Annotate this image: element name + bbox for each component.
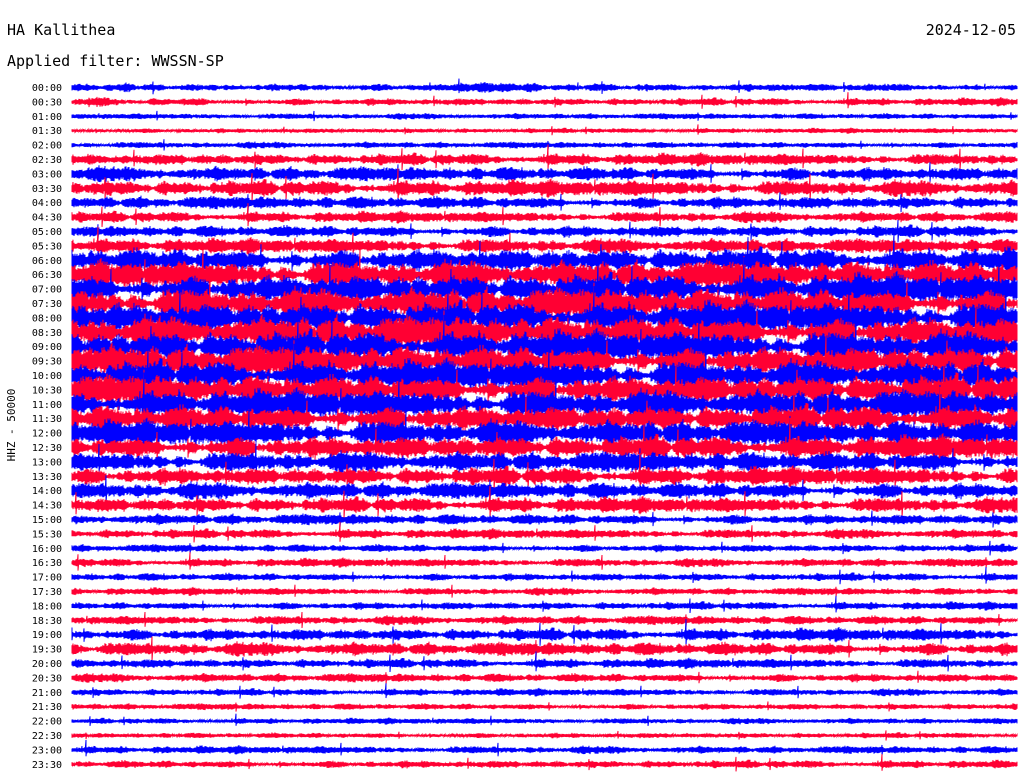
- time-label-group: 00:00 00:30 01:00 01:30 02:00 02:30 03:00 03:30…: [32, 83, 62, 771]
- time-label: 23:00: [32, 745, 62, 756]
- time-label: 17:00: [32, 573, 62, 584]
- trace-line: [71, 584, 1018, 598]
- time-label: 19:30: [32, 645, 62, 656]
- trace-line: [71, 611, 1018, 629]
- trace-line: [71, 636, 1018, 661]
- time-label: 01:30: [32, 126, 62, 137]
- time-label: 00:00: [32, 83, 62, 94]
- time-label: 11:00: [32, 400, 62, 411]
- time-label: 04:30: [32, 213, 62, 224]
- trace-line: [71, 510, 1018, 528]
- time-label: 18:30: [32, 616, 62, 627]
- trace-line: [71, 162, 1018, 185]
- trace-line: [71, 713, 1018, 726]
- trace-line: [71, 730, 1018, 741]
- time-label: 20:00: [32, 659, 62, 670]
- time-label: 15:00: [32, 515, 62, 526]
- trace-line: [71, 78, 1018, 95]
- time-label: 21:30: [32, 702, 62, 713]
- time-label: 23:30: [32, 760, 62, 771]
- trace-line: [71, 754, 1018, 772]
- time-label: 02:30: [32, 155, 62, 166]
- time-label: 17:30: [32, 587, 62, 598]
- time-label: 06:30: [32, 270, 62, 281]
- trace-line: [71, 739, 1018, 757]
- trace-line: [71, 192, 1018, 213]
- time-label: 04:00: [32, 198, 62, 209]
- time-label: 18:00: [32, 601, 62, 612]
- time-label: 16:00: [32, 544, 62, 555]
- time-label: 08:30: [32, 328, 62, 339]
- time-label: 16:30: [32, 558, 62, 569]
- time-label: 15:30: [32, 529, 62, 540]
- helicorder-plot: 00:00 00:30 01:00 01:30 02:00 02:30 03:00 03:30…: [32, 78, 1018, 772]
- time-label: 03:30: [32, 184, 62, 195]
- trace-line: [71, 651, 1018, 673]
- time-label: 08:00: [32, 313, 62, 324]
- trace-line: [71, 110, 1018, 122]
- time-label: 20:30: [32, 673, 62, 684]
- trace-line: [71, 670, 1018, 685]
- time-label: 02:00: [32, 141, 62, 152]
- time-label: 14:30: [32, 501, 62, 512]
- trace-line: [71, 552, 1018, 571]
- time-label: 12:30: [32, 443, 62, 454]
- time-label: 13:30: [32, 472, 62, 483]
- time-label: 13:00: [32, 457, 62, 468]
- time-label: 07:30: [32, 299, 62, 310]
- time-label: 22:00: [32, 717, 62, 728]
- trace-line: [71, 144, 1018, 171]
- trace-line: [71, 566, 1018, 585]
- time-label: 06:00: [32, 256, 62, 267]
- time-label: 12:00: [32, 429, 62, 440]
- time-label: 14:00: [32, 486, 62, 497]
- time-label: 22:30: [32, 731, 62, 742]
- trace-line: [71, 139, 1018, 151]
- time-label: 11:30: [32, 414, 62, 425]
- time-label: 09:30: [32, 357, 62, 368]
- trace-line: [71, 683, 1018, 699]
- time-label: 05:30: [32, 241, 62, 252]
- time-label: 00:30: [32, 97, 62, 108]
- time-label: 07:00: [32, 285, 62, 296]
- trace-line: [71, 92, 1018, 109]
- trace-line: [71, 540, 1018, 556]
- trace-line: [71, 701, 1018, 712]
- trace-line: [71, 124, 1018, 136]
- time-label: 05:00: [32, 227, 62, 238]
- time-label: 09:00: [32, 342, 62, 353]
- time-label: 19:00: [32, 630, 62, 641]
- time-label: 03:00: [32, 169, 62, 180]
- trace-group: [71, 78, 1018, 772]
- time-label: 21:00: [32, 688, 62, 699]
- trace-line: [71, 521, 1018, 543]
- time-label: 01:00: [32, 112, 62, 123]
- time-label: 10:00: [32, 371, 62, 382]
- time-label: 10:30: [32, 385, 62, 396]
- trace-line: [71, 595, 1018, 614]
